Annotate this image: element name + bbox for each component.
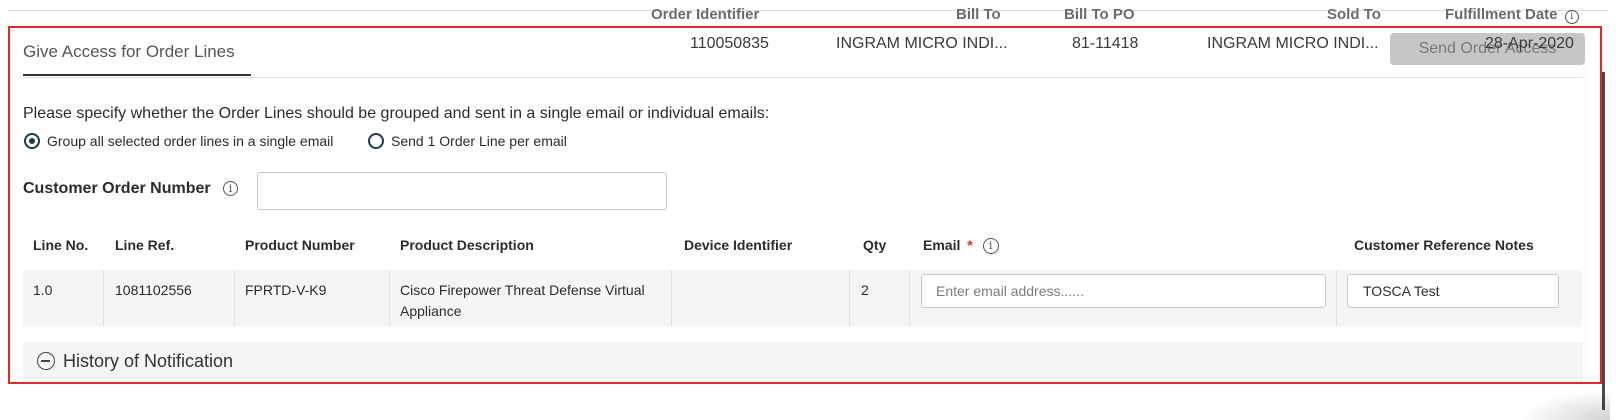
cell-qty: 2 — [861, 282, 869, 298]
cell-product-description: Cisco Firepower Threat Defense Virtual A… — [400, 282, 645, 319]
cell-divider — [849, 270, 850, 326]
radio-button-checked[interactable] — [24, 133, 40, 149]
customer-reference-notes-input[interactable] — [1347, 274, 1559, 308]
header-bill-to: Bill To — [956, 6, 1001, 23]
grouping-instruction: Please specify whether the Order Lines s… — [23, 105, 770, 122]
required-marker: * — [967, 237, 973, 253]
value-bill-to: INGRAM MICRO INDI... — [836, 35, 1008, 52]
header-order-identifier: Order Identifier — [651, 6, 760, 23]
tab-divider — [23, 77, 1583, 78]
column-header-qty: Qty — [863, 237, 887, 253]
value-order-identifier: 110050835 — [690, 35, 769, 52]
radio-group-single-email[interactable]: Group all selected order lines in a sing… — [24, 133, 333, 149]
order-access-panel — [8, 26, 1602, 384]
cell-product-number: FPRTD-V-K9 — [245, 282, 327, 298]
radio-one-per-email[interactable]: Send 1 Order Line per email — [368, 133, 567, 149]
cell-divider — [389, 270, 390, 326]
cell-divider — [234, 270, 235, 326]
value-sold-to: INGRAM MICRO INDI... — [1207, 35, 1379, 52]
history-of-notification-label[interactable]: History of Notification — [63, 351, 233, 372]
header-fulfillment-date-label: Fulfillment Date — [1445, 6, 1558, 23]
corner-shadow — [1520, 390, 1610, 420]
cell-line-ref: 1081102556 — [115, 282, 192, 298]
column-header-customer-reference-notes: Customer Reference Notes — [1354, 237, 1534, 253]
active-tab-indicator — [23, 74, 251, 76]
email-input[interactable] — [921, 274, 1326, 308]
scrollbar[interactable] — [1602, 72, 1605, 410]
cell-line-no: 1.0 — [33, 282, 53, 298]
radio-label: Send 1 Order Line per email — [391, 133, 567, 149]
customer-order-number-input[interactable] — [257, 172, 667, 210]
cell-divider — [671, 270, 672, 326]
history-of-notification-section[interactable] — [23, 342, 1583, 382]
info-icon[interactable]: i — [1564, 10, 1579, 24]
value-fulfillment-date: 28-Apr-2020 — [1485, 35, 1574, 52]
column-header-product-description: Product Description — [400, 237, 534, 253]
info-icon[interactable]: i — [223, 181, 239, 197]
header-fulfillment-date: Fulfillment Date i — [1445, 6, 1579, 24]
column-header-email: Email * i — [923, 237, 999, 255]
cell-divider — [103, 270, 104, 326]
value-bill-to-po: 81-11418 — [1072, 35, 1139, 52]
column-header-device-identifier: Device Identifier — [684, 237, 793, 253]
radio-label: Group all selected order lines in a sing… — [47, 133, 334, 149]
cell-divider — [1336, 270, 1337, 326]
customer-order-number-label: Customer Order Number i — [23, 180, 239, 198]
customer-order-number-text: Customer Order Number — [23, 180, 211, 197]
email-header-label: Email — [923, 237, 961, 253]
header-sold-to: Sold To — [1327, 6, 1381, 23]
minus-circle-icon[interactable] — [37, 352, 55, 370]
column-header-line-no: Line No. — [33, 237, 89, 253]
radio-button-unchecked[interactable] — [368, 133, 384, 149]
column-header-line-ref: Line Ref. — [115, 237, 175, 253]
cell-divider — [909, 270, 910, 326]
info-icon[interactable]: i — [982, 238, 999, 255]
tab-give-access[interactable]: Give Access for Order Lines — [23, 42, 235, 62]
column-header-product-number: Product Number — [245, 237, 355, 253]
header-bill-to-po: Bill To PO — [1064, 6, 1135, 23]
